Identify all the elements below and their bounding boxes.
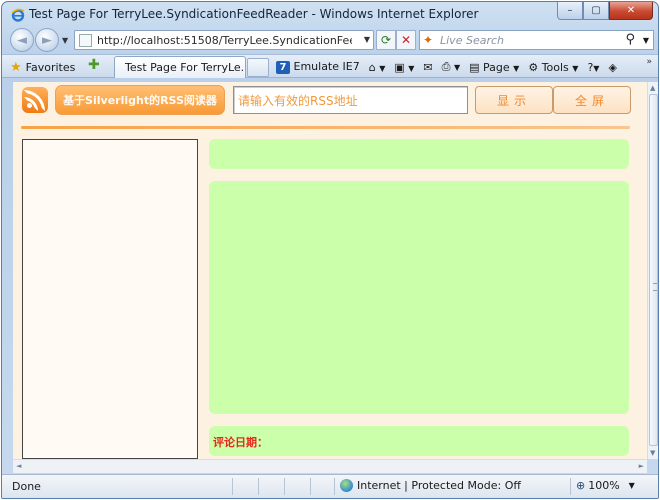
print-button[interactable]: ⎙ ▼ xyxy=(442,60,460,74)
stop-icon: ✕ xyxy=(400,33,412,47)
mail-button[interactable]: ✉ xyxy=(423,61,432,74)
feeds-icon: ▣ xyxy=(394,60,405,74)
favorites-tab-bar: ★ Favorites ✚ Test Page For TerryLe... 7… xyxy=(2,54,658,78)
stop-button[interactable]: ✕ xyxy=(396,30,416,50)
favorites-button[interactable]: ★ Favorites xyxy=(10,58,75,76)
research-icon[interactable]: ◈ xyxy=(608,61,616,74)
forward-button[interactable]: ► xyxy=(35,28,59,52)
page-content: 基于Silverlight的RSS阅读器 请输入有效的RSS地址 显示 全屏 评… xyxy=(13,82,647,459)
browser-tab[interactable]: Test Page For TerryLe... xyxy=(114,56,246,78)
fullscreen-button[interactable]: 全屏 xyxy=(553,86,631,114)
page-icon xyxy=(79,34,92,47)
globe-icon xyxy=(340,479,353,492)
toolbar-overflow-icon[interactable]: » xyxy=(646,57,652,67)
tools-menu-label: Tools xyxy=(541,60,569,74)
page-icon-small: ▤ xyxy=(469,60,480,74)
page-menu-label: Page xyxy=(483,60,510,74)
search-options-dropdown-icon[interactable]: ▼ xyxy=(643,36,649,45)
home-icon: ⌂ xyxy=(368,60,376,74)
scroll-right-icon[interactable]: ► xyxy=(639,462,644,470)
home-button[interactable]: ⌂ ▼ xyxy=(369,61,386,74)
feed-content-panel xyxy=(209,181,629,414)
window-title: Test Page For TerryLee.SyndicationFeedRe… xyxy=(29,7,479,21)
live-search-icon: ✦ xyxy=(423,33,434,47)
favorites-label: Favorites xyxy=(25,60,76,74)
title-bar[interactable]: Test Page For TerryLee.SyndicationFeedRe… xyxy=(2,2,658,26)
scroll-up-icon[interactable]: ▲ xyxy=(650,84,655,92)
search-placeholder[interactable]: Live Search xyxy=(440,34,504,47)
address-dropdown-icon[interactable]: ▼ xyxy=(364,35,370,44)
maximize-button[interactable]: ▢ xyxy=(583,2,609,20)
horizontal-scrollbar[interactable]: ◄ ► xyxy=(13,459,647,473)
zoom-icon: ⊕ xyxy=(576,479,586,492)
tools-menu[interactable]: ⚙ Tools ▼ xyxy=(528,61,578,74)
refresh-button[interactable]: ⟳ xyxy=(376,30,396,50)
header-divider xyxy=(21,126,630,129)
window-controls: – ▢ ✕ xyxy=(557,2,653,20)
command-bar: 7 Emulate IE7 ⌂ ▼ ▣ ▼ ✉ ⎙ ▼ ▤ Page ▼ ⚙ T… xyxy=(276,58,617,76)
rss-feed-icon xyxy=(22,87,48,113)
address-toolbar: ◄ ► ▼ http://localhost:51508/TerryLee.Sy… xyxy=(2,26,658,54)
comment-date-label: 评论日期： xyxy=(213,436,268,449)
page-menu[interactable]: ▤ Page ▼ xyxy=(469,61,519,74)
vertical-scrollbar[interactable]: ▲ ▼ xyxy=(647,82,658,459)
scrollbar-thumb[interactable] xyxy=(649,94,658,446)
security-zone[interactable]: Internet | Protected Mode: Off xyxy=(340,479,521,492)
zoom-dropdown-icon[interactable]: ▼ xyxy=(629,481,635,490)
status-bar: Done Internet | Protected Mode: Off ⊕ 10… xyxy=(2,474,658,498)
minimize-button[interactable]: – xyxy=(557,2,583,20)
refresh-icon: ⟳ xyxy=(380,33,392,47)
feed-list-panel[interactable] xyxy=(22,139,198,459)
recent-pages-dropdown-icon[interactable]: ▼ xyxy=(62,36,68,45)
rss-url-input[interactable]: 请输入有效的RSS地址 xyxy=(233,86,468,114)
mail-icon: ✉ xyxy=(423,60,433,74)
back-button[interactable]: ◄ xyxy=(10,28,34,52)
ie-window: Test Page For TerryLee.SyndicationFeedRe… xyxy=(1,1,659,499)
search-icon[interactable]: ⚲ xyxy=(625,32,635,47)
search-box[interactable]: ✦ Live Search ⚲ ▼ xyxy=(419,30,654,50)
new-tab-button[interactable] xyxy=(247,58,269,77)
zone-label: Internet | Protected Mode: Off xyxy=(357,479,521,492)
favorites-star-icon: ★ xyxy=(10,59,22,75)
print-icon: ⎙ xyxy=(441,60,451,73)
address-bar[interactable]: http://localhost:51508/TerryLee.Syndicat… xyxy=(74,30,374,50)
zoom-control[interactable]: ⊕ 100% ▼ xyxy=(576,479,635,492)
zoom-level: 100% xyxy=(588,479,620,492)
emulate-ie7-icon: 7 xyxy=(276,61,290,74)
show-button[interactable]: 显示 xyxy=(475,86,553,114)
feeds-button[interactable]: ▣ ▼ xyxy=(394,61,414,74)
add-favorites-icon[interactable]: ✚ xyxy=(88,57,100,73)
gear-icon: ⚙ xyxy=(528,60,539,74)
help-button[interactable]: ?▼ xyxy=(587,61,599,74)
status-text: Done xyxy=(12,480,41,493)
comment-panel: 评论日期： xyxy=(209,426,629,456)
address-url[interactable]: http://localhost:51508/TerryLee.Syndicat… xyxy=(97,34,352,47)
tab-label: Test Page For TerryLe... xyxy=(125,61,246,74)
emulate-ie7-button[interactable]: 7 Emulate IE7 xyxy=(276,60,360,74)
emulate-ie7-label: Emulate IE7 xyxy=(293,60,360,73)
feed-title-panel xyxy=(209,139,629,169)
ie-logo-icon xyxy=(11,8,25,22)
scroll-down-icon[interactable]: ▼ xyxy=(650,449,655,457)
scroll-left-icon[interactable]: ◄ xyxy=(16,462,21,470)
close-button[interactable]: ✕ xyxy=(609,2,653,20)
app-title: 基于Silverlight的RSS阅读器 xyxy=(55,85,225,115)
